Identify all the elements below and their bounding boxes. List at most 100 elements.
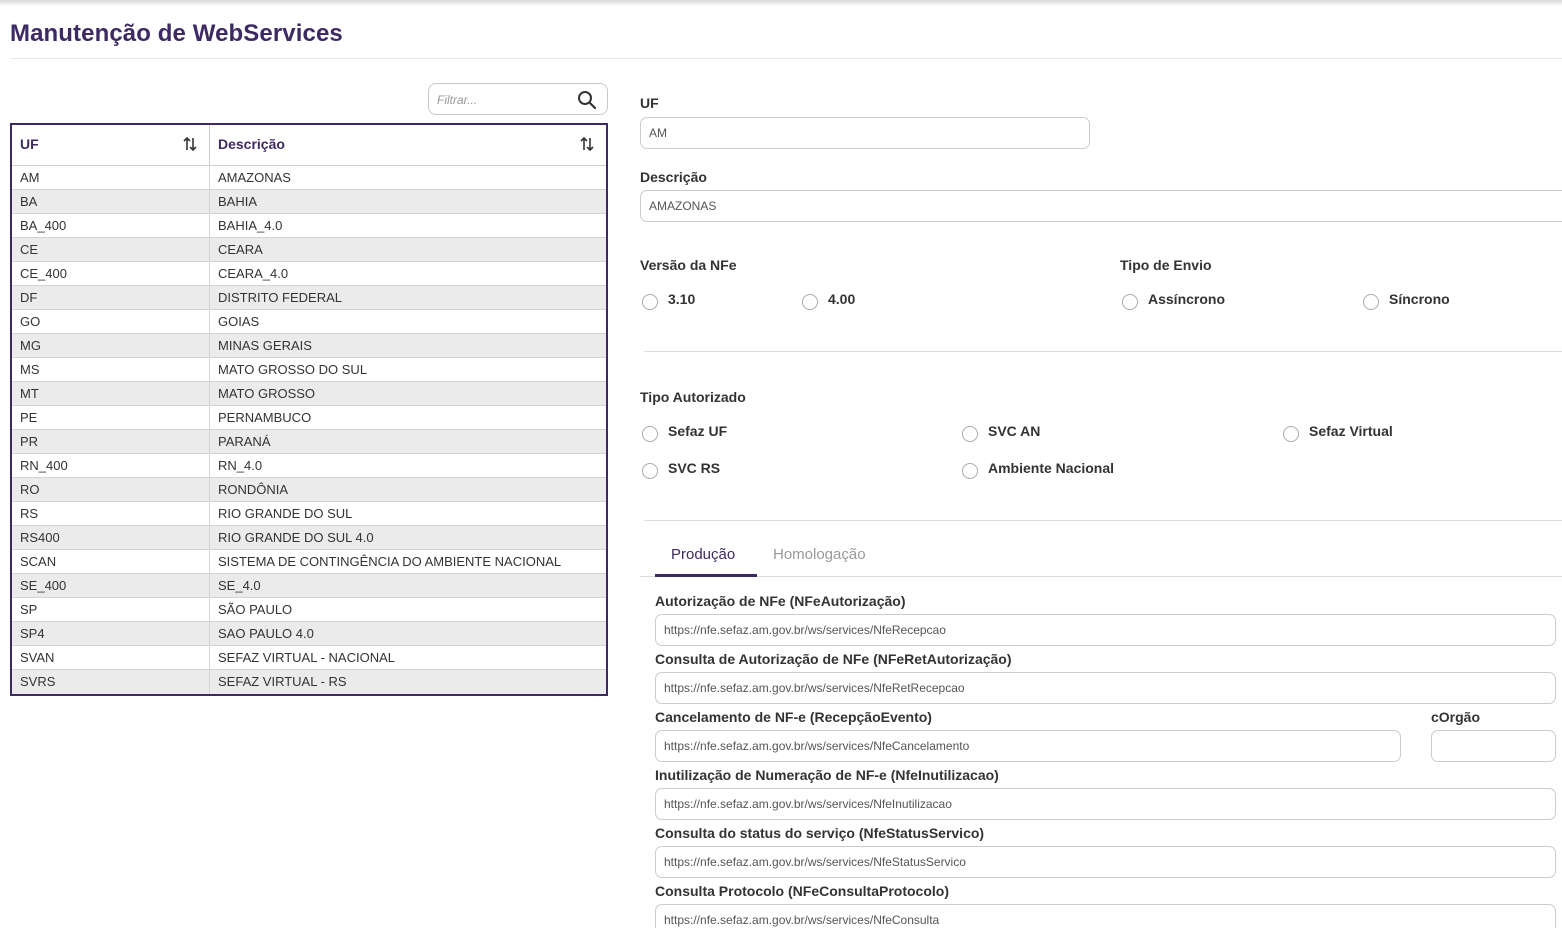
table-row[interactable]: SP4 SAO PAULO 4.0 xyxy=(12,622,606,646)
inutilizacao-field[interactable]: https://nfe.sefaz.am.gov.br/ws/services/… xyxy=(655,788,1556,820)
filter-box[interactable] xyxy=(428,83,608,115)
cell-uf: CE_400 xyxy=(12,262,210,285)
column-header-descricao[interactable]: Descrição xyxy=(210,125,606,165)
cell-uf: CE xyxy=(12,238,210,261)
cell-uf: MG xyxy=(12,334,210,357)
descricao-label: Descrição xyxy=(640,169,707,185)
status-servico-field[interactable]: https://nfe.sefaz.am.gov.br/ws/services/… xyxy=(655,846,1556,878)
tipo-autorizado-label: Tipo Autorizado xyxy=(640,389,746,405)
table-row[interactable]: RS400 RIO GRANDE DO SUL 4.0 xyxy=(12,526,606,550)
table-row[interactable]: BA BAHIA xyxy=(12,190,606,214)
top-shadow xyxy=(0,0,1562,6)
cell-descricao: AMAZONAS xyxy=(218,170,291,185)
column-header-uf-label: UF xyxy=(20,136,39,152)
uf-field[interactable]: AM xyxy=(640,117,1090,149)
table-row[interactable]: MS MATO GROSSO DO SUL xyxy=(12,358,606,382)
consulta-protocolo-field[interactable]: https://nfe.sefaz.am.gov.br/ws/services/… xyxy=(655,904,1556,928)
table-row[interactable]: CE_400 CEARA_4.0 xyxy=(12,262,606,286)
consulta-protocolo-label: Consulta Protocolo (NFeConsultaProtocolo… xyxy=(655,883,949,899)
cell-descricao: BAHIA_4.0 xyxy=(218,218,283,233)
radio-circle[interactable] xyxy=(962,463,978,479)
radio-svc-an[interactable]: SVC AN xyxy=(962,420,1040,442)
tab-producao[interactable]: Produção xyxy=(671,546,735,563)
cell-uf: RS xyxy=(12,502,210,525)
radio-label: SVC RS xyxy=(668,460,721,476)
radio-circle[interactable] xyxy=(802,294,818,310)
radio-circle[interactable] xyxy=(1363,294,1379,310)
status-servico-label: Consulta do status do serviço (NfeStatus… xyxy=(655,825,985,841)
radio-versao-400[interactable]: 4.00 xyxy=(802,288,855,310)
radio-svc-rs[interactable]: SVC RS xyxy=(642,457,720,479)
cell-uf: SCAN xyxy=(12,550,210,573)
cell-uf: SP4 xyxy=(12,622,210,645)
page-title: Manutenção de WebServices xyxy=(10,20,343,47)
descricao-field[interactable]: AMAZONAS xyxy=(640,190,1562,222)
filter-input[interactable] xyxy=(437,91,567,109)
table-header: UF Descrição xyxy=(12,125,606,166)
radio-circle[interactable] xyxy=(962,426,978,442)
radio-label: Sefaz Virtual xyxy=(1309,423,1393,439)
cell-uf: RN_400 xyxy=(12,454,210,477)
radio-circle[interactable] xyxy=(642,294,658,310)
radio-sefaz-uf[interactable]: Sefaz UF xyxy=(642,420,727,442)
table-row[interactable]: PE PERNAMBUCO xyxy=(12,406,606,430)
cell-uf: MS xyxy=(12,358,210,381)
table-row[interactable]: DF DISTRITO FEDERAL xyxy=(12,286,606,310)
table-row[interactable]: SVRS SEFAZ VIRTUAL - RS xyxy=(12,670,606,694)
cell-descricao: RIO GRANDE DO SUL xyxy=(218,506,353,521)
radio-circle[interactable] xyxy=(1122,294,1138,310)
cell-descricao: SEFAZ VIRTUAL - RS xyxy=(218,674,347,689)
consulta-autorizacao-field[interactable]: https://nfe.sefaz.am.gov.br/ws/services/… xyxy=(655,672,1556,704)
table-row[interactable]: SVAN SEFAZ VIRTUAL - NACIONAL xyxy=(12,646,606,670)
table-row[interactable]: RO RONDÔNIA xyxy=(12,478,606,502)
table-row[interactable]: RS RIO GRANDE DO SUL xyxy=(12,502,606,526)
search-icon[interactable] xyxy=(577,90,597,110)
cell-descricao: DISTRITO FEDERAL xyxy=(218,290,343,305)
environment-tabs: Produção Homologação xyxy=(640,540,1562,577)
table-row[interactable]: SE_400 SE_4.0 xyxy=(12,574,606,598)
section-divider xyxy=(644,520,1562,521)
sort-icon[interactable] xyxy=(183,136,197,152)
uf-label: UF xyxy=(640,95,659,111)
table-row[interactable]: AM AMAZONAS xyxy=(12,166,606,190)
table-row[interactable]: MG MINAS GERAIS xyxy=(12,334,606,358)
radio-assincrono[interactable]: Assíncrono xyxy=(1122,288,1225,310)
radio-label: Assíncrono xyxy=(1148,291,1226,307)
cancelamento-label: Cancelamento de NF-e (RecepçãoEvento) xyxy=(655,709,932,725)
table-row[interactable]: CE CEARA xyxy=(12,238,606,262)
radio-circle[interactable] xyxy=(642,426,658,442)
cell-descricao: CEARA_4.0 xyxy=(218,266,289,281)
table-row[interactable]: MT MATO GROSSO xyxy=(12,382,606,406)
cell-uf: MT xyxy=(12,382,210,405)
table-body: AM AMAZONAS BA BAHIA BA_400 BAHIA_4.0 CE CEARA C… xyxy=(12,166,606,694)
tab-homologacao[interactable]: Homologação xyxy=(773,546,866,563)
table-row[interactable]: PR PARANÁ xyxy=(12,430,606,454)
radio-sefaz-virtual[interactable]: Sefaz Virtual xyxy=(1283,420,1393,442)
radio-circle[interactable] xyxy=(1283,426,1299,442)
radio-label: 4.00 xyxy=(828,291,856,307)
corgao-field[interactable] xyxy=(1431,730,1556,762)
table-row[interactable]: SP SÃO PAULO xyxy=(12,598,606,622)
table-row[interactable]: RN_400 RN_4.0 xyxy=(12,454,606,478)
radio-versao-310[interactable]: 3.10 xyxy=(642,288,695,310)
radio-circle[interactable] xyxy=(642,463,658,479)
autorizacao-field[interactable]: https://nfe.sefaz.am.gov.br/ws/services/… xyxy=(655,614,1556,646)
table-row[interactable]: BA_400 BAHIA_4.0 xyxy=(12,214,606,238)
radio-sincrono[interactable]: Síncrono xyxy=(1363,288,1450,310)
cell-descricao: SE_4.0 xyxy=(218,578,261,593)
cancelamento-field[interactable]: https://nfe.sefaz.am.gov.br/ws/services/… xyxy=(655,730,1401,762)
sort-icon[interactable] xyxy=(580,136,594,152)
table-row[interactable]: GO GOIAS xyxy=(12,310,606,334)
column-header-uf[interactable]: UF xyxy=(12,125,210,165)
radio-ambiente-nacional[interactable]: Ambiente Nacional xyxy=(962,457,1114,479)
cell-uf: RO xyxy=(12,478,210,501)
autorizacao-label: Autorização de NFe (NFeAutorização) xyxy=(655,593,906,609)
table-row[interactable]: SCAN SISTEMA DE CONTINGÊNCIA DO AMBIENTE … xyxy=(12,550,606,574)
cell-uf: BA xyxy=(12,190,210,213)
cell-descricao: PERNAMBUCO xyxy=(218,410,312,425)
cell-descricao: PARANÁ xyxy=(218,434,271,449)
tipo-envio-label: Tipo de Envio xyxy=(1120,257,1212,273)
radio-label: Ambiente Nacional xyxy=(988,460,1115,476)
cell-uf: RS400 xyxy=(12,526,210,549)
cell-descricao: RONDÔNIA xyxy=(218,482,289,497)
